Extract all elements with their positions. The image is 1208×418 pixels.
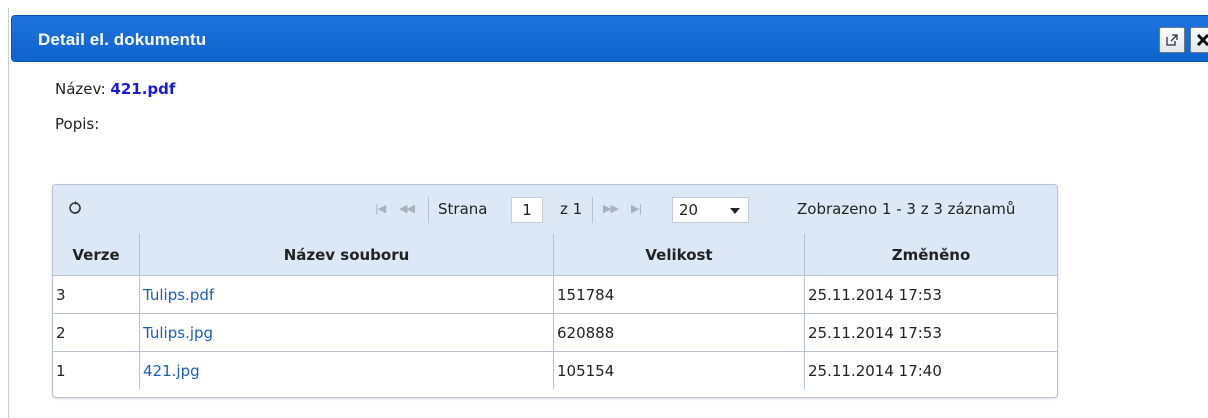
page-size-select[interactable]: 20	[672, 197, 749, 223]
document-description-row: Popis:	[55, 115, 99, 133]
last-page-icon[interactable]: ▶|	[631, 202, 642, 215]
refresh-icon	[69, 201, 81, 214]
cell-filename: Tulips.pdf	[139, 275, 554, 314]
column-header-version[interactable]: Verze	[53, 234, 140, 276]
page-size-value: 20	[679, 201, 699, 219]
document-name-label: Název:	[55, 80, 106, 98]
external-link-icon	[1166, 34, 1178, 46]
document-detail-dialog: Detail el. dokumentu Název: 421.pdf Popi…	[8, 8, 1208, 418]
cell-size: 151784	[553, 275, 805, 314]
file-link[interactable]: 421.jpg	[143, 362, 200, 380]
table-row[interactable]: 2 Tulips.jpg 620888 25.11.2014 17:53	[53, 313, 1057, 352]
popout-button[interactable]	[1159, 27, 1185, 53]
cell-filename: 421.jpg	[139, 351, 554, 389]
cell-changed: 25.11.2014 17:40	[808, 361, 942, 380]
next-page-icon[interactable]: ▶▶	[603, 202, 619, 215]
page-count-label: z 1	[560, 200, 583, 218]
document-name-value: 421.pdf	[110, 80, 176, 98]
cell-version: 1	[53, 351, 140, 389]
cell-version: 3	[53, 275, 140, 314]
dialog-titlebar[interactable]: Detail el. dokumentu	[11, 15, 1208, 62]
file-link[interactable]: Tulips.jpg	[143, 324, 213, 342]
column-header-changed[interactable]: Změněno	[804, 234, 1057, 276]
versions-grid: |◀ ◀◀ Strana 1 z 1 ▶▶ ▶| 20 Zobrazeno 1 …	[52, 184, 1058, 398]
close-button[interactable]	[1190, 27, 1208, 53]
records-info: Zobrazeno 1 - 3 z 3 záznamů	[797, 200, 1016, 218]
grid-pager: |◀ ◀◀ Strana 1 z 1 ▶▶ ▶| 20 Zobrazeno 1 …	[53, 185, 1057, 235]
document-description-label: Popis:	[55, 115, 100, 133]
close-icon	[1196, 33, 1208, 47]
file-link[interactable]: Tulips.pdf	[143, 286, 214, 304]
dialog-title: Detail el. dokumentu	[38, 30, 207, 49]
table-row[interactable]: 3 Tulips.pdf 151784 25.11.2014 17:53	[53, 275, 1057, 314]
chevron-down-icon	[730, 208, 740, 214]
table-row[interactable]: 1 421.jpg 105154 25.11.2014 17:40	[53, 351, 1057, 389]
cell-changed: 25.11.2014 17:53	[804, 275, 1057, 314]
page-number-input[interactable]: 1	[511, 197, 543, 223]
page-label: Strana	[438, 200, 488, 218]
cell-changed: 25.11.2014 17:53	[804, 313, 1057, 352]
first-page-icon[interactable]: |◀	[375, 202, 386, 215]
refresh-button[interactable]	[67, 200, 83, 220]
document-name-row: Název: 421.pdf	[55, 80, 175, 98]
prev-page-icon[interactable]: ◀◀	[399, 202, 415, 215]
versions-table: Verze Název souboru Velikost Změněno 3 T…	[53, 234, 1057, 389]
page: Detail el. dokumentu Název: 421.pdf Popi…	[0, 0, 1208, 418]
pager-separator	[592, 197, 593, 223]
column-header-size[interactable]: Velikost	[553, 234, 805, 276]
cell-version: 2	[53, 313, 140, 352]
table-header-row: Verze Název souboru Velikost Změněno	[53, 234, 1057, 276]
pager-separator	[428, 197, 429, 223]
cell-size: 105154	[553, 351, 805, 389]
cell-filename: Tulips.jpg	[139, 313, 554, 352]
cell-size: 620888	[553, 313, 805, 352]
column-header-filename[interactable]: Název souboru	[139, 234, 554, 276]
